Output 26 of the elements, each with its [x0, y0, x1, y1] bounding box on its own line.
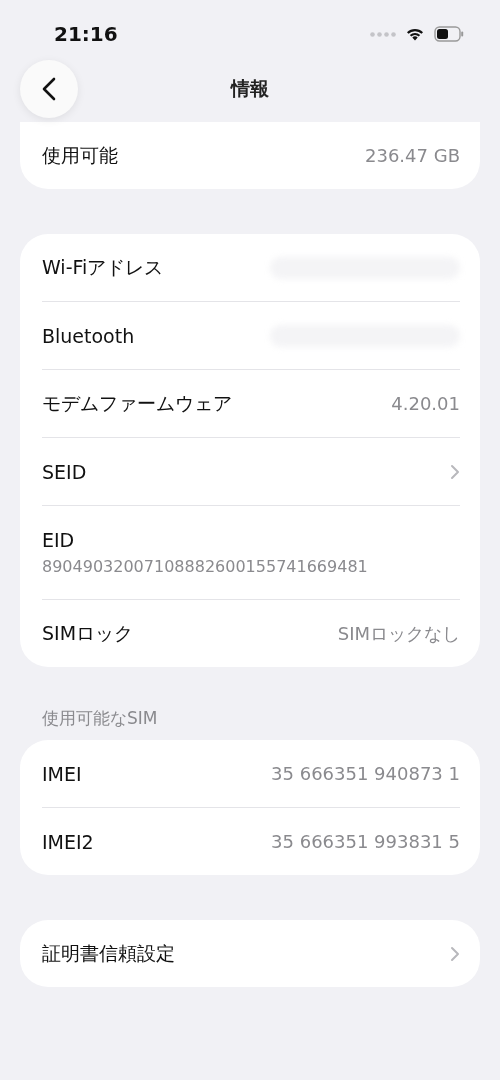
row-label: SIMロック [42, 620, 134, 646]
chevron-icon [450, 463, 460, 480]
battery-icon [434, 26, 464, 42]
row-value: 35 666351 993831 5 [271, 831, 460, 852]
back-icon [42, 77, 56, 101]
row-label: 証明書信頼設定 [42, 940, 175, 966]
row-value: 236.47 GB [365, 145, 460, 166]
row-value: SIMロックなし [337, 621, 460, 646]
row-label: 使用可能 [42, 142, 118, 168]
signal-dots-icon [370, 31, 396, 37]
row-label: IMEI [42, 762, 82, 785]
row-label: モデムファームウェア [42, 390, 232, 416]
certificate-card[interactable]: 証明書信頼設定 [20, 920, 480, 987]
row-label: EID [42, 529, 75, 551]
row-label: IMEI2 [42, 830, 94, 853]
row-value: 35 666351 940873 1 [271, 763, 460, 784]
wifi-icon [406, 27, 424, 41]
row-label: Bluetooth [42, 324, 135, 347]
section-header: 使用可能なSIM [42, 707, 159, 730]
status-time: 21:16 [54, 22, 118, 46]
page-title: 情報 [231, 76, 269, 101]
row-value: 4.20.01 [391, 393, 460, 414]
row-label: SEID [42, 460, 87, 483]
chevron-icon [450, 945, 460, 962]
row-label: Wi-Fiアドレス [42, 254, 164, 280]
row-value: 89049032007108882600155741669481 [42, 557, 368, 576]
